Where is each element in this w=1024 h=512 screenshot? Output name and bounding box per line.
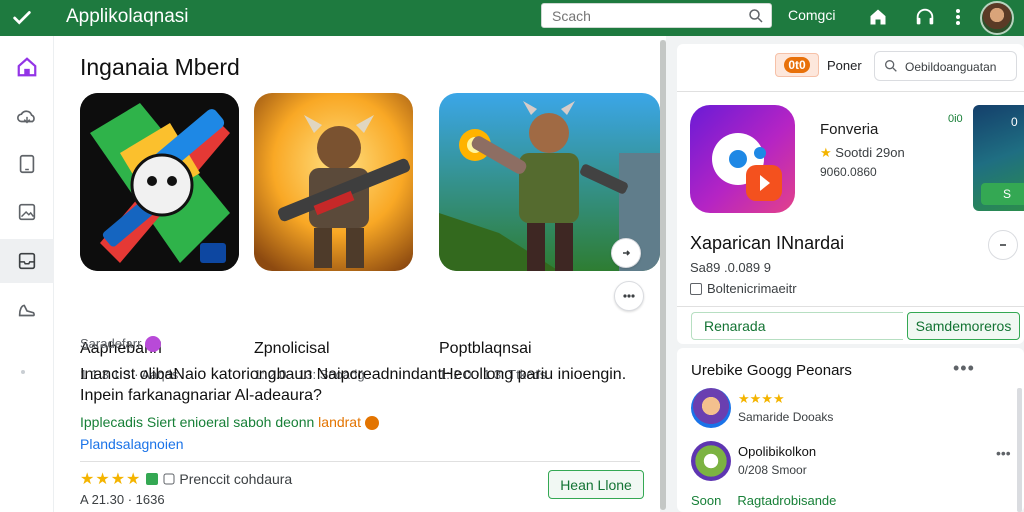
app-card[interactable]: Zpnolicisal 1: 2.0 · 13: Sooadg bbox=[254, 93, 413, 382]
featured-subtitle-2: Boltenicrimaeitr bbox=[690, 281, 797, 296]
shoe-icon[interactable] bbox=[0, 288, 54, 332]
list-item-subtitle: 0/208 Smoor bbox=[738, 463, 807, 477]
search-box[interactable] bbox=[541, 3, 772, 28]
carousel-next-button[interactable] bbox=[611, 238, 641, 268]
featured-app-name[interactable]: Fonveria bbox=[820, 121, 878, 138]
featured-app-count: 9060.0860 bbox=[820, 165, 877, 179]
recommendations-card: Urebike Googg Peonars ••• ★★★★ Samaride … bbox=[677, 348, 1024, 512]
list-item[interactable]: Opolibikolkon 0/208 Smoor ••• bbox=[691, 441, 1021, 485]
home-icon[interactable] bbox=[0, 45, 54, 89]
promo-banner-button[interactable]: S bbox=[981, 183, 1024, 205]
home-icon[interactable] bbox=[866, 5, 890, 29]
divider bbox=[677, 306, 1024, 307]
tablet-icon[interactable] bbox=[0, 142, 54, 186]
app-card[interactable]: Aaphebarirl 1 1 3 1 3 · Aaqds bbox=[80, 93, 239, 382]
panel-search-text[interactable]: Oebildoanguatan bbox=[905, 60, 996, 74]
top-app-bar: Applikolaqnasi Comgci bbox=[0, 0, 1024, 36]
checkbox-icon bbox=[690, 282, 702, 295]
list-item-subtitle: Samaride Dooaks bbox=[738, 410, 834, 424]
image-icon[interactable] bbox=[0, 190, 54, 234]
developer-text[interactable]: Ipplecadis Siert enioeral saboh deonn bbox=[80, 414, 314, 430]
list-item[interactable]: ★★★★ Samaride Dooaks bbox=[691, 388, 1021, 432]
divider bbox=[80, 461, 640, 462]
compat-link[interactable]: Comgci bbox=[788, 7, 835, 23]
featured-title-text: Xaparican INnardai bbox=[690, 233, 845, 253]
green-badge: 0i0 bbox=[948, 113, 963, 125]
footer-left[interactable]: Soon bbox=[691, 493, 721, 508]
panel-scrollbar[interactable] bbox=[1017, 388, 1022, 512]
featured-card: 0t0 Poner Oebildoanguatan Fonveria ★ Soo… bbox=[677, 44, 1024, 344]
kebab-menu-icon[interactable]: ••• bbox=[996, 445, 1011, 461]
app-title: Applikolaqnasi bbox=[66, 6, 189, 27]
content-rating-icon bbox=[146, 473, 159, 485]
featured-app-icon[interactable] bbox=[690, 105, 795, 213]
promo-banner-number: 0 bbox=[1011, 115, 1018, 129]
list-item-icon bbox=[691, 388, 731, 428]
app-tile-image[interactable] bbox=[254, 93, 413, 271]
more-options-button[interactable] bbox=[614, 281, 644, 311]
sponsored-text: Saradefarr bbox=[80, 336, 142, 351]
star-rating-icon: ★★★★ bbox=[80, 471, 142, 488]
search-input[interactable] bbox=[552, 7, 732, 25]
main-content: Inganaia Mberd Aaphebarirl 1 1 3 1 3 · A… bbox=[54, 36, 660, 512]
panel-search[interactable]: Oebildoanguatan bbox=[874, 51, 1017, 81]
rating-text: Prenccit cohdaura bbox=[179, 471, 293, 487]
inbox-icon[interactable] bbox=[0, 239, 54, 283]
app-card-name: Zpnolicisal bbox=[254, 340, 330, 357]
featured-next-button[interactable] bbox=[988, 230, 1018, 260]
recommendations-title: Urebike Googg Peonars bbox=[691, 362, 852, 379]
recommendations-footer[interactable]: Soon Ragtadrobisande bbox=[691, 493, 836, 508]
list-item-title: ★★★★ bbox=[738, 391, 785, 406]
section-title: Inganaia Mberd bbox=[80, 54, 240, 80]
rail-overflow-dot bbox=[21, 370, 25, 374]
right-panel: 0t0 Poner Oebildoanguatan Fonveria ★ Soo… bbox=[666, 36, 1024, 512]
app-card-name: Poptblaqnsai bbox=[439, 340, 532, 357]
developer-highlight[interactable]: landrat bbox=[318, 414, 361, 430]
details-link[interactable]: Plandsalagnoien bbox=[80, 436, 184, 452]
sponsored-label: Saradefarr bbox=[80, 335, 162, 353]
search-icon[interactable] bbox=[883, 58, 899, 74]
bottom-meta: A 21.30 · 1636 bbox=[80, 492, 165, 507]
rating-row: ★★★★ Prenccit cohdaura bbox=[80, 469, 292, 489]
pill-button[interactable]: 0t0 bbox=[775, 53, 819, 77]
app-description: Inancist olibaNaio katoriongbaun Naipcre… bbox=[80, 366, 627, 404]
install-button[interactable]: Hean Llone bbox=[548, 470, 644, 499]
featured-subtitle: Sa89 .0.089 9 bbox=[690, 260, 771, 275]
featured-subtitle-2-text: Boltenicrimaeitr bbox=[707, 281, 797, 296]
kebab-menu-icon[interactable]: ••• bbox=[953, 358, 975, 379]
list-item-icon bbox=[691, 441, 731, 481]
check-icon[interactable] bbox=[8, 4, 36, 32]
pill-label: 0t0 bbox=[784, 57, 810, 73]
primary-button[interactable]: Samdemoreros bbox=[907, 312, 1020, 340]
headset-icon[interactable] bbox=[913, 5, 937, 29]
nav-rail bbox=[0, 36, 54, 512]
featured-card-header: 0t0 Poner Oebildoanguatan bbox=[677, 44, 1024, 92]
avatar[interactable] bbox=[980, 1, 1014, 35]
cloud-icon[interactable] bbox=[0, 94, 54, 138]
promo-banner[interactable]: 0 S bbox=[973, 105, 1024, 211]
list-item-title: Opolibikolkon bbox=[738, 444, 817, 459]
star-icon: ★ bbox=[820, 145, 832, 160]
poster-label[interactable]: Poner bbox=[827, 58, 862, 73]
kebab-menu-icon[interactable] bbox=[946, 5, 970, 29]
footer-right[interactable]: Ragtadrobisande bbox=[737, 493, 836, 508]
developer-line[interactable]: Ipplecadis Siert enioeral saboh deonn la… bbox=[80, 414, 379, 431]
app-tile-image[interactable] bbox=[80, 93, 239, 271]
featured-app-rating-text: Sootdi 29on bbox=[835, 145, 905, 160]
verified-badge-icon bbox=[364, 416, 379, 431]
sponsored-badge-icon bbox=[145, 335, 162, 352]
secondary-button[interactable]: Renarada bbox=[691, 312, 903, 340]
featured-title: Xaparican INnardai bbox=[690, 233, 844, 254]
info-icon bbox=[163, 473, 175, 485]
featured-app-rating: ★ Sootdi 29on bbox=[820, 145, 905, 161]
search-icon[interactable] bbox=[747, 7, 765, 25]
